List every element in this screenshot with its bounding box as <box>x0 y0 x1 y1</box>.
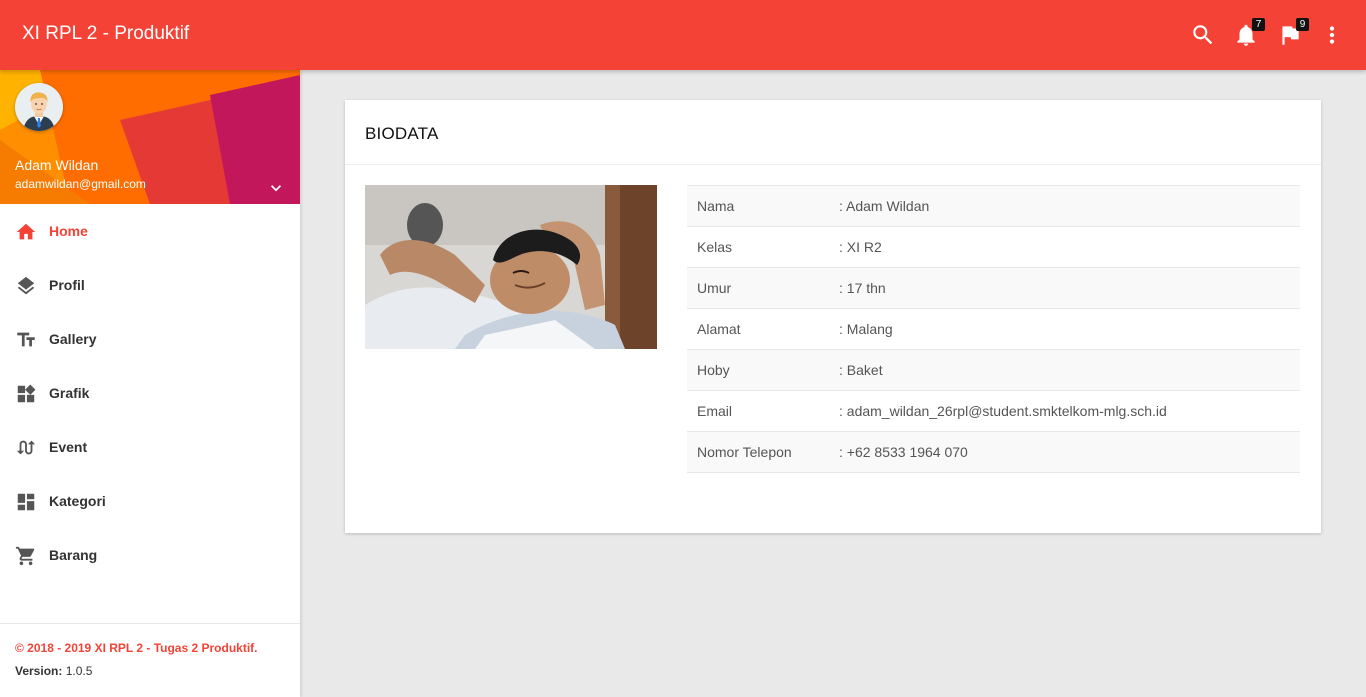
swap-calls-icon <box>15 437 37 459</box>
sidebar-menu: Home Profil Gallery Grafik Event Kategor… <box>0 204 300 582</box>
row-key: Email <box>697 403 733 419</box>
sidebar-item-home[interactable]: Home <box>0 204 300 258</box>
row-key: Nama <box>697 198 735 214</box>
row-value: : 17 thn <box>839 280 886 296</box>
sidebar-item-label: Grafik <box>49 385 90 401</box>
sidebar-item-label: Home <box>49 223 88 239</box>
avatar-illustration <box>15 83 63 131</box>
sidebar-item-profil[interactable]: Profil <box>0 258 300 312</box>
layers-icon <box>15 275 37 297</box>
user-avatar[interactable] <box>15 83 63 131</box>
table-row: Email : adam_wildan_26rpl@student.smktel… <box>687 390 1300 432</box>
row-value: : adam_wildan_26rpl@student.smktelkom-ml… <box>839 403 1167 419</box>
card-title: BIODATA <box>365 124 439 143</box>
chevron-down-icon[interactable] <box>266 178 286 198</box>
version-value: 1.0.5 <box>65 664 93 678</box>
profile-photo <box>365 185 657 349</box>
table-row: Nama : Adam Wildan <box>687 185 1300 227</box>
biodata-card: BIODATA Nama : Adam Wildan Kelas: XI R2… <box>345 100 1321 533</box>
row-key: Umur <box>697 280 732 296</box>
notifications-icon[interactable]: 7 <box>1233 18 1265 48</box>
more-vert-icon[interactable] <box>1319 22 1345 48</box>
row-value: : Baket <box>839 362 883 378</box>
table-row: Kelas : XI R2 <box>687 226 1300 268</box>
sidebar-item-grafik[interactable]: Grafik <box>0 366 300 420</box>
left-sidebar: Adam Wildan adamwildan@gmail.com Home Pr… <box>0 70 300 697</box>
text-fields-icon <box>15 329 37 351</box>
flag-badge: 9 <box>1296 18 1309 31</box>
biodata-table: Nama : Adam Wildan Kelas : XI R2 Umur : … <box>687 185 1300 473</box>
flag-icon[interactable]: 9 <box>1277 18 1309 48</box>
user-info-panel: Adam Wildan adamwildan@gmail.com <box>0 70 300 204</box>
sidebar-item-gallery[interactable]: Gallery <box>0 312 300 366</box>
row-key: Nomor Telepon <box>697 444 792 460</box>
dashboard-icon <box>15 491 37 513</box>
version-label: Version: <box>15 664 63 678</box>
copyright-text[interactable]: © 2018 - 2019 XI RPL 2 - Tugas 2 Produkt… <box>15 641 257 655</box>
row-key: Hoby <box>697 362 730 378</box>
app-title[interactable]: XI RPL 2 - Produktif <box>22 23 189 45</box>
table-row: Alamat : Malang <box>687 308 1300 350</box>
search-icon[interactable] <box>1190 22 1216 48</box>
table-row: Hoby : Baket <box>687 349 1300 391</box>
sidebar-item-barang[interactable]: Barang <box>0 528 300 582</box>
row-value: : Adam Wildan <box>839 198 930 214</box>
table-row: Umur : 17 thn <box>687 267 1300 309</box>
sidebar-item-label: Gallery <box>49 331 97 347</box>
user-email: adamwildan@gmail.com <box>15 177 146 191</box>
row-value: : Malang <box>839 321 893 337</box>
sidebar-item-label: Profil <box>49 277 85 293</box>
profile-photo-image <box>365 185 657 349</box>
home-icon <box>15 221 37 243</box>
row-value: : +62 8533 1964 070 <box>839 444 968 460</box>
row-key: Alamat <box>697 321 741 337</box>
sidebar-item-kategori[interactable]: Kategori <box>0 474 300 528</box>
widgets-icon <box>15 383 37 405</box>
notifications-badge: 7 <box>1252 18 1265 31</box>
sidebar-item-event[interactable]: Event <box>0 420 300 474</box>
user-name[interactable]: Adam Wildan <box>15 157 98 173</box>
table-row: Nomor Telepon : +62 8533 1964 070 <box>687 431 1300 473</box>
sidebar-item-label: Kategori <box>49 493 106 509</box>
shopping-cart-icon <box>15 545 37 567</box>
version-text: Version: 1.0.5 <box>15 664 92 678</box>
sidebar-item-label: Barang <box>49 547 98 563</box>
row-key: Kelas <box>697 239 733 255</box>
app-bar: XI RPL 2 - Produktif 7 9 <box>0 0 1366 70</box>
sidebar-footer: © 2018 - 2019 XI RPL 2 - Tugas 2 Produkt… <box>0 623 300 697</box>
card-header: BIODATA <box>345 100 1321 165</box>
sidebar-item-label: Event <box>49 439 88 455</box>
row-value: : XI R2 <box>839 239 882 255</box>
